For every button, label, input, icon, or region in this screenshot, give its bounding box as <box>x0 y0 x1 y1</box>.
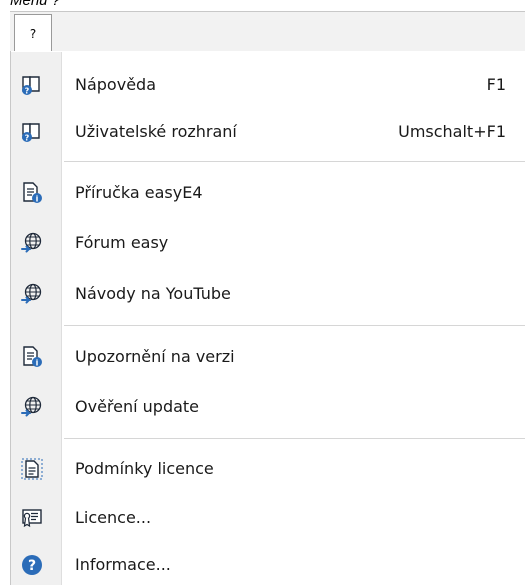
menu-item-label: Podmínky licence <box>75 459 214 478</box>
menu-separator <box>64 161 525 162</box>
menu-item-napoveda[interactable]: ? Nápověda F1 <box>11 67 525 103</box>
menu-item-prirucka-easye4[interactable]: i Příručka easyE4 <box>11 175 525 211</box>
menu-item-informace[interactable]: ? Informace... <box>11 547 525 583</box>
document-info-icon: i <box>21 182 43 204</box>
menu-bar <box>10 11 525 52</box>
menu-item-label: Uživatelské rozhraní <box>75 122 237 141</box>
license-document-icon <box>21 458 43 480</box>
menu-item-label: Fórum easy <box>75 233 169 252</box>
document-info-icon: i <box>21 346 43 368</box>
question-circle-icon: ? <box>21 554 43 576</box>
globe-link-icon <box>21 232 43 254</box>
menu-caption: Menu ? <box>10 0 61 9</box>
svg-text:?: ? <box>28 558 36 574</box>
menu-item-forum-easy[interactable]: Fórum easy <box>11 225 525 261</box>
menu-item-label: Informace... <box>75 555 171 574</box>
certificate-icon <box>21 507 43 529</box>
menu-item-label: Upozornění na verzi <box>75 347 235 366</box>
menu-item-podminky-licence[interactable]: Podmínky licence <box>11 451 525 487</box>
menu-item-licence[interactable]: Licence... <box>11 500 525 536</box>
menu-item-upozorneni-na-verzi[interactable]: i Upozornění na verzi <box>11 339 525 375</box>
menu-item-navody-na-youtube[interactable]: Návody na YouTube <box>11 276 525 312</box>
svg-text:?: ? <box>25 134 30 143</box>
menu-separator <box>64 438 525 439</box>
help-menu-tab[interactable]: ? <box>14 14 52 52</box>
menu-item-label: Nápověda <box>75 75 156 94</box>
svg-text:?: ? <box>25 87 30 96</box>
globe-link-icon <box>21 283 43 305</box>
menu-item-shortcut: Umschalt+F1 <box>398 122 506 141</box>
svg-text:i: i <box>36 195 39 204</box>
menu-item-label: Příručka easyE4 <box>75 183 203 202</box>
help-book-icon: ? <box>21 74 43 96</box>
menu-item-uzivatelske-rozhrani[interactable]: ? Uživatelské rozhraní Umschalt+F1 <box>11 114 525 150</box>
menu-item-label: Návody na YouTube <box>75 284 231 303</box>
menu-separator <box>64 325 525 326</box>
menu-item-overeni-update[interactable]: Ověření update <box>11 389 525 425</box>
menu-item-label: Licence... <box>75 508 152 527</box>
menu-item-label: Ověření update <box>75 397 200 416</box>
globe-link-icon <box>21 396 43 418</box>
help-book-icon: ? <box>21 121 43 143</box>
menu-item-shortcut: F1 <box>486 75 506 94</box>
svg-text:i: i <box>36 359 39 368</box>
